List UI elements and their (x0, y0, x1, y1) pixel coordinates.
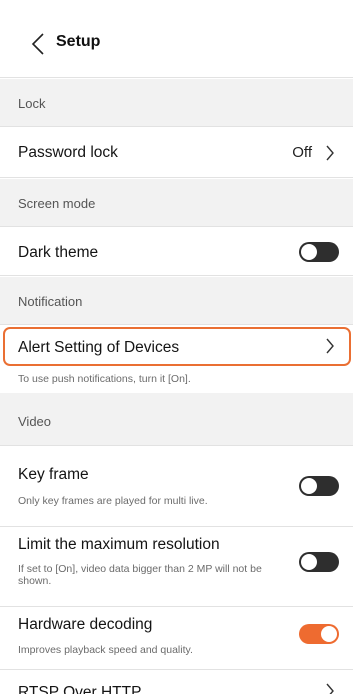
alert-setting-note-text: To use push notifications, turn it [On]. (18, 373, 191, 385)
top-bar: Setup (0, 0, 353, 78)
rtsp-over-http-label: RTSP Over HTTP (18, 684, 142, 694)
alert-setting-row[interactable]: Alert Setting of Devices (0, 326, 353, 367)
alert-setting-label: Alert Setting of Devices (18, 339, 180, 356)
limit-resolution-description: If set to [On], video data bigger than 2… (18, 563, 262, 587)
page-title: Setup (56, 33, 101, 50)
dark-theme-row: Dark theme (0, 228, 353, 276)
section-label: Lock (18, 96, 46, 111)
back-chevron-icon[interactable] (30, 32, 46, 56)
alert-setting-note: To use push notifications, turn it [On]. (0, 367, 353, 393)
password-lock-label: Password lock (18, 144, 118, 161)
chevron-right-icon (326, 338, 334, 354)
rtsp-over-http-row[interactable]: RTSP Over HTTP (0, 671, 353, 694)
section-label: Screen mode (18, 196, 96, 211)
section-header-notification: Notification (0, 277, 353, 325)
toggle-knob (301, 554, 317, 570)
hardware-decoding-description: Improves playback speed and quality. (18, 644, 193, 656)
chevron-right-icon (326, 683, 334, 694)
section-header-video: Video (0, 393, 353, 446)
hardware-decoding-toggle[interactable] (299, 624, 339, 644)
hardware-decoding-label: Hardware decoding (18, 616, 153, 633)
password-lock-value: Off (292, 144, 312, 161)
hardware-decoding-row: Hardware decoding Improves playback spee… (0, 608, 353, 670)
key-frame-row: Key frame Only key frames are played for… (0, 447, 353, 527)
toggle-knob (301, 244, 317, 260)
toggle-knob (301, 478, 317, 494)
section-label: Notification (18, 294, 83, 309)
limit-resolution-row: Limit the maximum resolution If set to [… (0, 528, 353, 607)
dark-theme-toggle[interactable] (299, 242, 339, 262)
section-header-screen-mode: Screen mode (0, 179, 353, 227)
key-frame-toggle[interactable] (299, 476, 339, 496)
limit-resolution-label: Limit the maximum resolution (18, 536, 220, 553)
section-header-lock: Lock (0, 79, 353, 127)
toggle-knob (321, 626, 337, 642)
password-lock-row[interactable]: Password lock Off (0, 128, 353, 178)
section-label: Video (18, 414, 52, 429)
chevron-right-icon (326, 145, 334, 161)
key-frame-description: Only key frames are played for multi liv… (18, 495, 208, 507)
limit-resolution-toggle[interactable] (299, 552, 339, 572)
key-frame-label: Key frame (18, 466, 89, 483)
dark-theme-label: Dark theme (18, 244, 99, 261)
